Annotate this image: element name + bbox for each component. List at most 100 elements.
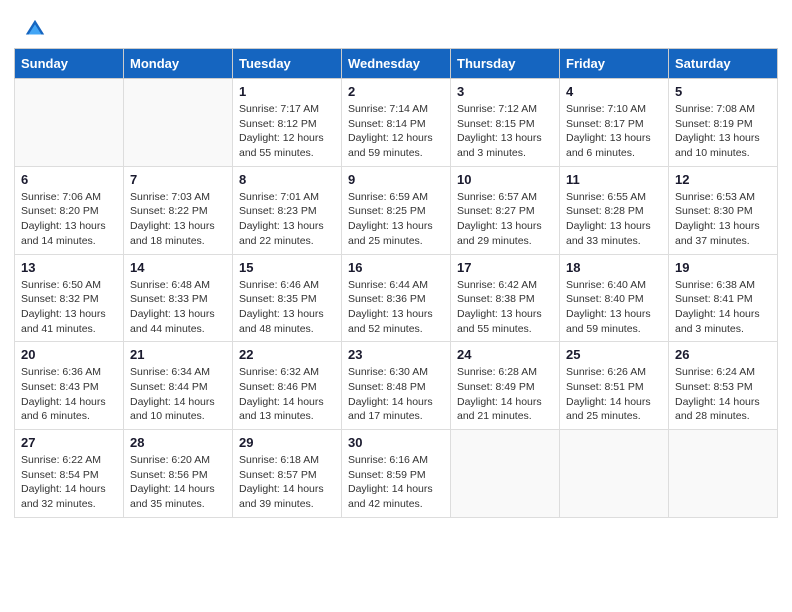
- calendar-cell: 4 Sunrise: 7:10 AM Sunset: 8:17 PM Daylig…: [560, 79, 669, 167]
- day-detail: Sunrise: 6:48 AM Sunset: 8:33 PM Dayligh…: [130, 278, 226, 337]
- calendar-cell: 27Sunrise: 6:22 AM Sunset: 8:54 PM Dayli…: [15, 430, 124, 518]
- logo: [24, 18, 50, 40]
- day-number: 15: [239, 260, 335, 275]
- day-detail: Sunrise: 7:01 AM Sunset: 8:23 PM Dayligh…: [239, 190, 335, 249]
- page-header: [0, 0, 792, 48]
- calendar-cell: 24 Sunrise: 6:28 AM Sunset: 8:49 PM Dayli…: [451, 342, 560, 430]
- calendar-cell: 14 Sunrise: 6:48 AM Sunset: 8:33 PM Dayli…: [124, 254, 233, 342]
- calendar-cell: 7 Sunrise: 7:03 AM Sunset: 8:22 PM Daylig…: [124, 166, 233, 254]
- day-number: 21: [130, 347, 226, 362]
- day-number: 7: [130, 172, 226, 187]
- day-detail: Sunrise: 6:40 AM Sunset: 8:40 PM Dayligh…: [566, 278, 662, 337]
- week-row-3: 13 Sunrise: 6:50 AM Sunset: 8:32 PM Dayli…: [15, 254, 778, 342]
- calendar-cell: 12 Sunrise: 6:53 AM Sunset: 8:30 PM Dayli…: [669, 166, 778, 254]
- calendar-cell: 3 Sunrise: 7:12 AM Sunset: 8:15 PM Daylig…: [451, 79, 560, 167]
- day-detail: Sunrise: 7:14 AM Sunset: 8:14 PM Dayligh…: [348, 102, 444, 161]
- calendar-cell: 8 Sunrise: 7:01 AM Sunset: 8:23 PM Daylig…: [233, 166, 342, 254]
- calendar-table: SundayMondayTuesdayWednesdayThursdayFrid…: [14, 48, 778, 518]
- day-detail: Sunrise: 6:16 AM Sunset: 8:59 PM Dayligh…: [348, 453, 444, 512]
- calendar-cell: 20 Sunrise: 6:36 AM Sunset: 8:43 PM Dayli…: [15, 342, 124, 430]
- day-header-thursday: Thursday: [451, 49, 560, 79]
- day-number: 12: [675, 172, 771, 187]
- day-number: 4: [566, 84, 662, 99]
- day-detail: Sunrise: 6:44 AM Sunset: 8:36 PM Dayligh…: [348, 278, 444, 337]
- day-detail: Sunrise: 6:46 AM Sunset: 8:35 PM Dayligh…: [239, 278, 335, 337]
- day-detail: Sunrise: 6:32 AM Sunset: 8:46 PM Dayligh…: [239, 365, 335, 424]
- week-row-5: 27Sunrise: 6:22 AM Sunset: 8:54 PM Dayli…: [15, 430, 778, 518]
- day-number: 29: [239, 435, 335, 450]
- calendar-cell: 16 Sunrise: 6:44 AM Sunset: 8:36 PM Dayli…: [342, 254, 451, 342]
- calendar-cell: 21 Sunrise: 6:34 AM Sunset: 8:44 PM Dayli…: [124, 342, 233, 430]
- day-header-monday: Monday: [124, 49, 233, 79]
- day-number: 28: [130, 435, 226, 450]
- day-header-sunday: Sunday: [15, 49, 124, 79]
- day-detail: Sunrise: 6:55 AM Sunset: 8:28 PM Dayligh…: [566, 190, 662, 249]
- calendar-cell: [451, 430, 560, 518]
- day-header-friday: Friday: [560, 49, 669, 79]
- day-detail: Sunrise: 6:59 AM Sunset: 8:25 PM Dayligh…: [348, 190, 444, 249]
- calendar-cell: 19 Sunrise: 6:38 AM Sunset: 8:41 PM Dayli…: [669, 254, 778, 342]
- day-header-saturday: Saturday: [669, 49, 778, 79]
- day-number: 14: [130, 260, 226, 275]
- calendar-cell: [560, 430, 669, 518]
- day-number: 9: [348, 172, 444, 187]
- day-number: 13: [21, 260, 117, 275]
- day-detail: Sunrise: 6:24 AM Sunset: 8:53 PM Dayligh…: [675, 365, 771, 424]
- calendar-cell: 25Sunrise: 6:26 AM Sunset: 8:51 PM Dayli…: [560, 342, 669, 430]
- calendar-cell: 1Sunrise: 7:17 AM Sunset: 8:12 PM Daylig…: [233, 79, 342, 167]
- calendar-cell: 30 Sunrise: 6:16 AM Sunset: 8:59 PM Dayli…: [342, 430, 451, 518]
- day-detail: Sunrise: 7:10 AM Sunset: 8:17 PM Dayligh…: [566, 102, 662, 161]
- day-number: 20: [21, 347, 117, 362]
- day-detail: Sunrise: 6:53 AM Sunset: 8:30 PM Dayligh…: [675, 190, 771, 249]
- day-number: 6: [21, 172, 117, 187]
- day-detail: Sunrise: 6:26 AM Sunset: 8:51 PM Dayligh…: [566, 365, 662, 424]
- day-detail: Sunrise: 6:36 AM Sunset: 8:43 PM Dayligh…: [21, 365, 117, 424]
- calendar-cell: [669, 430, 778, 518]
- day-number: 27: [21, 435, 117, 450]
- day-number: 23: [348, 347, 444, 362]
- calendar-cell: 17 Sunrise: 6:42 AM Sunset: 8:38 PM Dayli…: [451, 254, 560, 342]
- calendar-cell: 18 Sunrise: 6:40 AM Sunset: 8:40 PM Dayli…: [560, 254, 669, 342]
- day-header-tuesday: Tuesday: [233, 49, 342, 79]
- calendar-cell: 26 Sunrise: 6:24 AM Sunset: 8:53 PM Dayli…: [669, 342, 778, 430]
- day-number: 5: [675, 84, 771, 99]
- day-detail: Sunrise: 6:18 AM Sunset: 8:57 PM Dayligh…: [239, 453, 335, 512]
- week-row-4: 20 Sunrise: 6:36 AM Sunset: 8:43 PM Dayli…: [15, 342, 778, 430]
- day-detail: Sunrise: 6:57 AM Sunset: 8:27 PM Dayligh…: [457, 190, 553, 249]
- day-number: 30: [348, 435, 444, 450]
- week-row-2: 6Sunrise: 7:06 AM Sunset: 8:20 PM Daylig…: [15, 166, 778, 254]
- day-detail: Sunrise: 7:03 AM Sunset: 8:22 PM Dayligh…: [130, 190, 226, 249]
- calendar-cell: 29 Sunrise: 6:18 AM Sunset: 8:57 PM Dayli…: [233, 430, 342, 518]
- day-number: 3: [457, 84, 553, 99]
- day-number: 16: [348, 260, 444, 275]
- day-detail: Sunrise: 6:38 AM Sunset: 8:41 PM Dayligh…: [675, 278, 771, 337]
- calendar-wrapper: SundayMondayTuesdayWednesdayThursdayFrid…: [0, 48, 792, 532]
- calendar-cell: 5 Sunrise: 7:08 AM Sunset: 8:19 PM Daylig…: [669, 79, 778, 167]
- calendar-cell: 28Sunrise: 6:20 AM Sunset: 8:56 PM Dayli…: [124, 430, 233, 518]
- day-number: 10: [457, 172, 553, 187]
- calendar-cell: 6Sunrise: 7:06 AM Sunset: 8:20 PM Daylig…: [15, 166, 124, 254]
- day-number: 19: [675, 260, 771, 275]
- calendar-cell: 15 Sunrise: 6:46 AM Sunset: 8:35 PM Dayli…: [233, 254, 342, 342]
- calendar-cell: 22 Sunrise: 6:32 AM Sunset: 8:46 PM Dayli…: [233, 342, 342, 430]
- day-detail: Sunrise: 6:28 AM Sunset: 8:49 PM Dayligh…: [457, 365, 553, 424]
- day-detail: Sunrise: 6:34 AM Sunset: 8:44 PM Dayligh…: [130, 365, 226, 424]
- day-header-wednesday: Wednesday: [342, 49, 451, 79]
- day-number: 22: [239, 347, 335, 362]
- day-number: 24: [457, 347, 553, 362]
- day-number: 17: [457, 260, 553, 275]
- calendar-cell: 11 Sunrise: 6:55 AM Sunset: 8:28 PM Dayli…: [560, 166, 669, 254]
- day-detail: Sunrise: 7:12 AM Sunset: 8:15 PM Dayligh…: [457, 102, 553, 161]
- day-detail: Sunrise: 7:08 AM Sunset: 8:19 PM Dayligh…: [675, 102, 771, 161]
- day-number: 11: [566, 172, 662, 187]
- day-number: 1: [239, 84, 335, 99]
- calendar-cell: [124, 79, 233, 167]
- day-number: 18: [566, 260, 662, 275]
- day-number: 8: [239, 172, 335, 187]
- day-detail: Sunrise: 6:30 AM Sunset: 8:48 PM Dayligh…: [348, 365, 444, 424]
- day-number: 2: [348, 84, 444, 99]
- day-detail: Sunrise: 6:42 AM Sunset: 8:38 PM Dayligh…: [457, 278, 553, 337]
- calendar-cell: [15, 79, 124, 167]
- day-number: 26: [675, 347, 771, 362]
- day-detail: Sunrise: 6:50 AM Sunset: 8:32 PM Dayligh…: [21, 278, 117, 337]
